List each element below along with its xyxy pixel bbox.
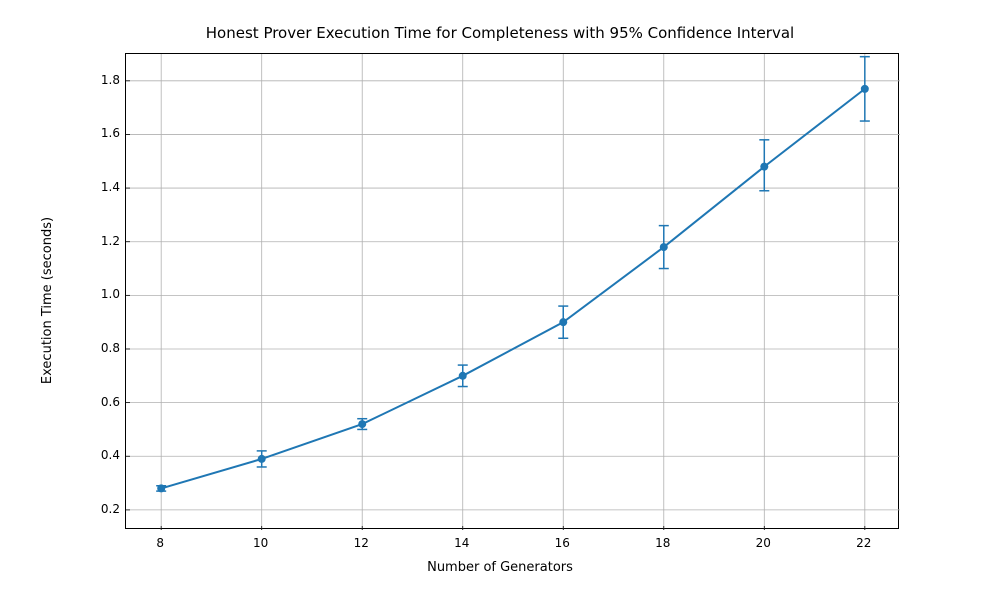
- chart-title: Honest Prover Execution Time for Complet…: [0, 24, 1000, 42]
- plot-svg: [126, 54, 900, 530]
- x-tick-label: 12: [354, 536, 369, 550]
- y-tick-label: 1.0: [70, 287, 120, 301]
- y-tick-label: 1.4: [70, 180, 120, 194]
- y-tick-label: 0.2: [70, 502, 120, 516]
- x-tick-label: 18: [655, 536, 670, 550]
- x-tick-label: 14: [454, 536, 469, 550]
- x-tick-label: 22: [856, 536, 871, 550]
- y-axis-label: Execution Time (seconds): [38, 0, 58, 600]
- y-tick-label: 0.8: [70, 341, 120, 355]
- plot-area: [125, 53, 899, 529]
- y-axis-label-text: Execution Time (seconds): [41, 216, 56, 383]
- x-axis-label: Number of Generators: [0, 560, 1000, 575]
- x-tick-label: 16: [555, 536, 570, 550]
- y-tick-label: 0.4: [70, 448, 120, 462]
- y-tick-label: 1.6: [70, 126, 120, 140]
- chart-figure: Honest Prover Execution Time for Complet…: [0, 0, 1000, 600]
- x-tick-label: 8: [156, 536, 164, 550]
- x-tick-label: 20: [756, 536, 771, 550]
- y-tick-label: 1.8: [70, 73, 120, 87]
- y-tick-label: 0.6: [70, 395, 120, 409]
- y-tick-label: 1.2: [70, 234, 120, 248]
- x-tick-label: 10: [253, 536, 268, 550]
